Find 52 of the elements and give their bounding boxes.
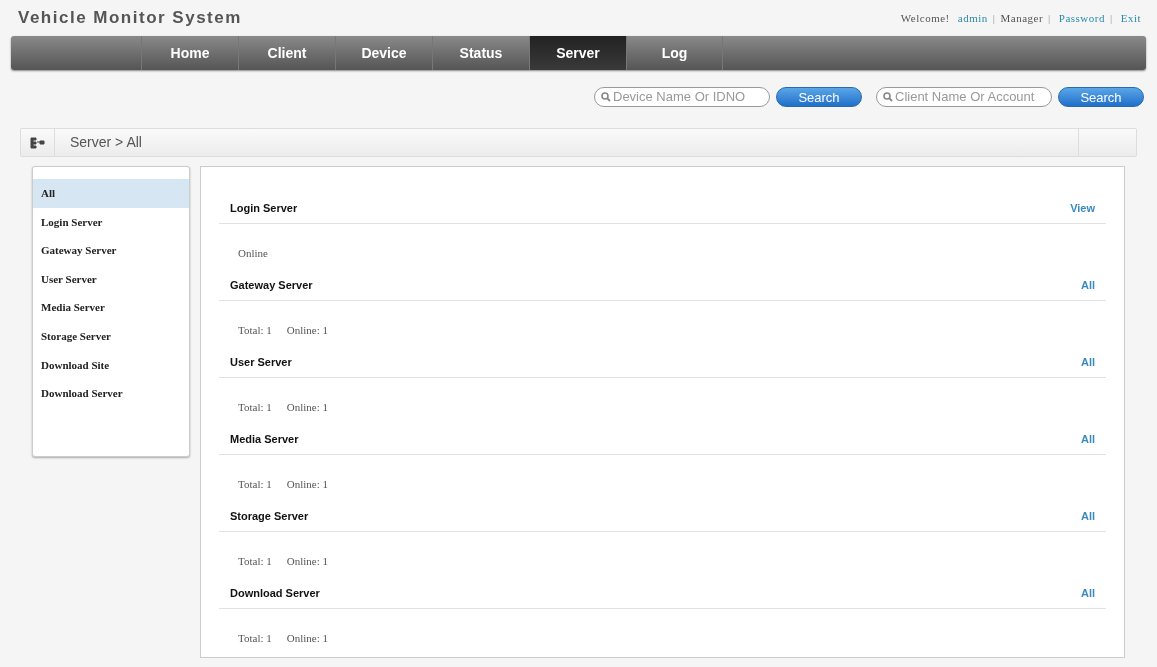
stat-text: Total: 1	[238, 553, 272, 569]
app-title: Vehicle Monitor System	[18, 7, 242, 30]
breadcrumb: Server > All	[69, 133, 143, 152]
section-title: Login Server	[230, 200, 298, 216]
header-link[interactable]: Exit	[1120, 9, 1141, 27]
section-link[interactable]: All	[1080, 507, 1095, 525]
sidebar-item[interactable]: User Server	[33, 264, 189, 294]
sidebar-item[interactable]: Storage Server	[33, 321, 189, 351]
stat-text: Total: 1	[238, 476, 272, 492]
nav-tab[interactable]: Server	[529, 36, 626, 70]
nav-tab[interactable]: Device	[335, 36, 432, 70]
separator-text: |	[1109, 10, 1113, 26]
separator-text: |	[992, 10, 996, 26]
section-link[interactable]: All	[1080, 430, 1095, 448]
search-field[interactable]: Client Name Or Account	[876, 87, 1052, 107]
nav-tab[interactable]: Home	[141, 36, 238, 70]
nav-tab[interactable]: Log	[626, 36, 723, 70]
search-button[interactable]: Search	[1058, 87, 1144, 107]
stat-text: Online: 1	[286, 476, 328, 492]
section-title: Gateway Server	[230, 277, 313, 293]
sidebar-item[interactable]: Media Server	[33, 293, 189, 322]
header-text: Manager	[1000, 10, 1044, 26]
sidebar-item[interactable]: Download Site	[33, 350, 189, 380]
search-icon	[601, 92, 611, 102]
section-title: Storage Server	[230, 508, 309, 524]
sidebar-item[interactable]: All	[33, 179, 189, 208]
header-text: Welcome!	[900, 10, 950, 26]
stat-text: Online: 1	[286, 553, 328, 569]
nav-tab[interactable]: Client	[238, 36, 335, 70]
search-icon	[883, 92, 893, 102]
sidebar-item[interactable]: Gateway Server	[33, 236, 189, 265]
header-link[interactable]: Password	[1058, 9, 1105, 27]
section-link[interactable]: View	[1070, 199, 1095, 217]
stat-text: Online: 1	[286, 399, 328, 415]
section-link[interactable]: All	[1080, 353, 1095, 371]
section-title: User Server	[230, 354, 292, 370]
section-title: Download Server	[230, 585, 320, 601]
search-field[interactable]: Device Name Or IDNO	[594, 87, 770, 107]
section-title: Media Server	[230, 431, 299, 447]
stat-text: Online: 1	[286, 322, 328, 338]
stat-text: Total: 1	[238, 630, 272, 646]
section-link[interactable]: All	[1080, 276, 1095, 294]
sidebar-item[interactable]: Download Server	[33, 379, 189, 408]
sidebar-item[interactable]: Login Server	[33, 207, 189, 237]
section-link[interactable]: All	[1080, 584, 1095, 602]
stat-text: Online: 1	[286, 630, 328, 646]
separator-text: |	[1048, 10, 1051, 26]
stat-text: Total: 1	[238, 399, 272, 415]
stat-text: Total: 1	[238, 322, 272, 338]
header-link[interactable]: admin	[957, 9, 988, 27]
search-button[interactable]: Search	[776, 87, 862, 107]
stat-text: Online	[238, 245, 268, 261]
